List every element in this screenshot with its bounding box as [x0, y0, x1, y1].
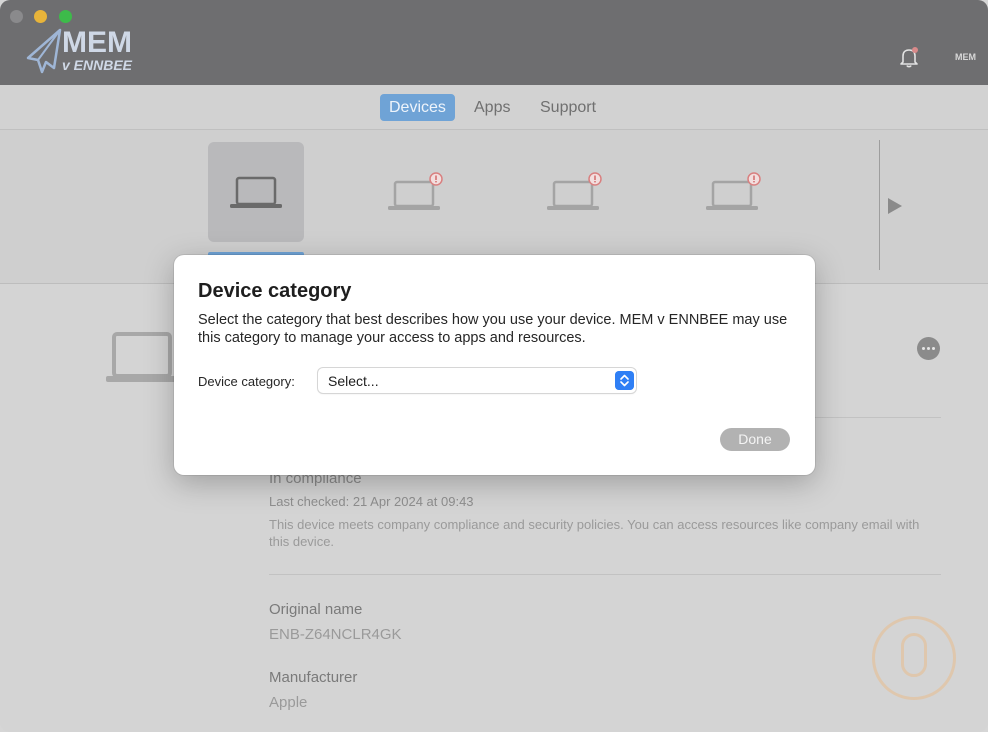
large-laptop-icon — [106, 332, 178, 382]
logo-sub-text: v ENNBEE — [62, 57, 133, 73]
tab-devices[interactable]: Devices — [380, 94, 455, 121]
device-tile-1[interactable] — [208, 142, 304, 242]
close-window-button[interactable] — [10, 10, 23, 23]
laptop-warning-icon — [547, 172, 602, 210]
done-button[interactable]: Done — [720, 428, 790, 451]
manufacturer-label: Manufacturer — [269, 669, 358, 686]
tab-support[interactable]: Support — [531, 94, 605, 121]
device-category-dialog: Device category Select the category that… — [174, 255, 815, 475]
device-tile-3[interactable] — [525, 142, 621, 242]
paper-plane-logo-icon — [26, 28, 62, 74]
dialog-message: Select the category that best describes … — [198, 312, 788, 346]
laptop-icon — [230, 176, 282, 208]
dialog-title: Device category — [198, 280, 352, 302]
notification-badge — [912, 47, 918, 53]
device-category-select[interactable]: Select... — [318, 368, 636, 393]
more-options-button[interactable] — [917, 337, 940, 360]
next-arrow-icon[interactable] — [888, 198, 902, 214]
device-tile-2[interactable] — [366, 142, 462, 242]
tab-apps[interactable]: Apps — [465, 94, 519, 121]
minimize-window-button[interactable] — [34, 10, 47, 23]
original-name-value: ENB-Z64NCLR4GK — [269, 626, 402, 643]
select-stepper-icon — [615, 371, 634, 390]
app-window: MEM v ENNBEE MEM Devices Apps Support In… — [0, 0, 988, 732]
app-logo: MEM v ENNBEE — [24, 26, 144, 76]
logo-main-text: MEM — [62, 26, 132, 59]
account-avatar[interactable]: MEM — [955, 52, 976, 62]
title-bar: MEM v ENNBEE MEM — [0, 0, 988, 85]
laptop-warning-icon — [706, 172, 761, 210]
laptop-warning-icon — [388, 172, 443, 210]
device-category-label: Device category: — [198, 374, 295, 389]
manufacturer-value: Apple — [269, 694, 308, 711]
mouse-watermark-icon — [872, 616, 956, 700]
maximize-window-button[interactable] — [59, 10, 72, 23]
compliance-description: This device meets company compliance and… — [269, 517, 920, 549]
last-checked-text: Last checked: 21 Apr 2024 at 09:43 — [269, 494, 474, 509]
original-name-label: Original name — [269, 601, 363, 618]
divider — [879, 140, 880, 270]
select-value: Select... — [328, 373, 379, 389]
tab-bar: Devices Apps Support — [0, 85, 988, 130]
device-tile-4[interactable] — [684, 142, 780, 242]
divider — [269, 574, 941, 575]
